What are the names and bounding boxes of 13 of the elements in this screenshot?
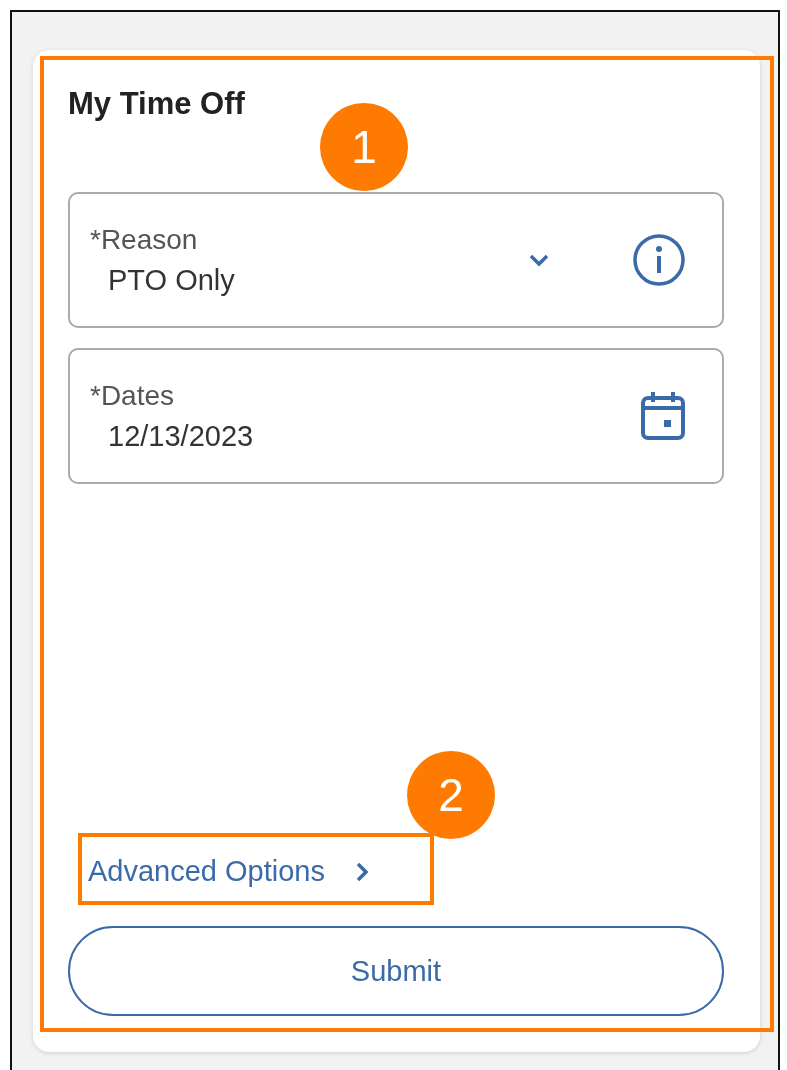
submit-button[interactable]: Submit (68, 926, 724, 1016)
date-field[interactable]: *Dates 12/13/2023 (68, 348, 724, 484)
field-label: *Dates (90, 379, 176, 412)
card-title: My Time Off (68, 86, 246, 122)
reason-select[interactable]: *Reason PTO Only (68, 192, 724, 328)
advanced-options-link[interactable]: Advanced Options (88, 855, 369, 888)
field-label: *Reason (90, 223, 199, 256)
calendar-icon[interactable] (640, 390, 686, 442)
field-value: 12/13/2023 (107, 419, 255, 453)
info-icon[interactable] (632, 233, 686, 287)
chevron-down-icon (528, 253, 550, 267)
field-value: PTO Only (107, 263, 236, 297)
chevron-right-icon (355, 860, 369, 883)
